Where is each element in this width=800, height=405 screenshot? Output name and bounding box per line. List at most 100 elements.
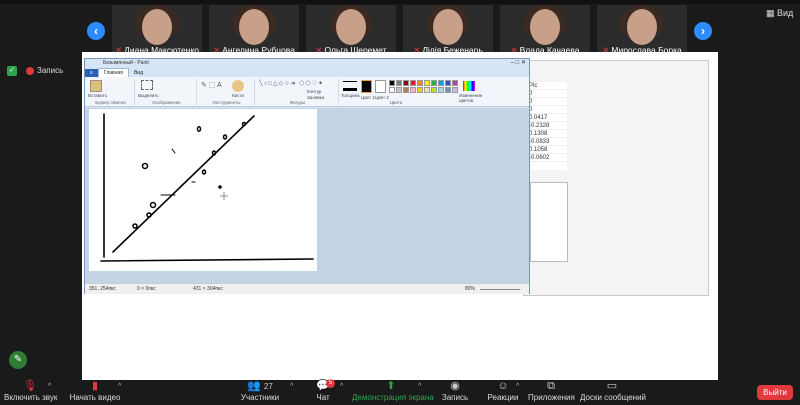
color-swatch[interactable]: [410, 87, 416, 93]
excel-cell[interactable]: 0: [527, 98, 567, 106]
color-swatch[interactable]: [396, 87, 402, 93]
group-colors: Толщина Цвет 1 Цвет 2 Изменение цветов Ц…: [341, 79, 527, 105]
color-swatch[interactable]: [452, 80, 458, 86]
annotate-pencil-icon[interactable]: ✎: [9, 351, 27, 369]
drawing-canvas[interactable]: [89, 109, 317, 271]
color-swatch[interactable]: [424, 80, 430, 86]
view-button[interactable]: ▦ Вид: [766, 8, 793, 19]
reactions-label: Реакции: [487, 393, 519, 402]
reactions-chevron-icon[interactable]: ^: [516, 383, 519, 390]
tab-view[interactable]: Вид: [129, 69, 148, 77]
color-swatch[interactable]: [438, 80, 444, 86]
drawn-point: [149, 201, 157, 209]
record-button[interactable]: ◉ Запись: [440, 380, 470, 402]
apps-button[interactable]: ⧉ Приложения: [528, 380, 575, 402]
outline-button[interactable]: Контур: [307, 89, 321, 94]
video-options-chevron-icon[interactable]: ^: [118, 383, 121, 390]
start-video-button[interactable]: ▮ Начать видео: [68, 380, 122, 402]
color-swatch[interactable]: [403, 87, 409, 93]
color-swatch[interactable]: [431, 87, 437, 93]
zoom-slider[interactable]: [480, 289, 520, 290]
participant-tile[interactable]: ✕ Ольга Шеремет: [306, 5, 396, 58]
participant-tile[interactable]: ✕ Влада Качаева: [500, 5, 590, 58]
start-video-label: Начать видео: [69, 393, 121, 402]
recording-label[interactable]: Запись: [37, 66, 63, 75]
zoom-level: 80%: [465, 286, 476, 292]
excel-cell[interactable]: 0.1308: [527, 130, 567, 138]
next-page-button[interactable]: ›: [694, 22, 712, 40]
select-icon[interactable]: [141, 80, 153, 90]
excel-chart[interactable]: [530, 182, 568, 262]
chat-chevron-icon[interactable]: ^: [340, 383, 343, 390]
file-menu-button[interactable]: ≡: [85, 69, 98, 77]
paint-ribbon: Вставить Буфер обмена Выделить Изображен…: [85, 77, 529, 107]
whiteboards-label: Доски сообщений: [580, 393, 647, 402]
paint-window[interactable]: Безымянный - Paint ‒ □ ✕ ≡ Главная Вид Вст…: [84, 58, 530, 294]
participants-button[interactable]: 👥 27 Участники: [240, 380, 280, 402]
color-swatch[interactable]: [452, 87, 458, 93]
window-controls[interactable]: ‒ □ ✕: [511, 59, 526, 66]
color-swatch[interactable]: [438, 87, 444, 93]
excel-cell[interactable]: 0.0417: [527, 114, 567, 122]
color-swatch[interactable]: [389, 80, 395, 86]
color-swatch[interactable]: [417, 80, 423, 86]
excel-cell[interactable]: -0.0833: [527, 138, 567, 146]
reactions-smiley-icon: ☺: [497, 380, 509, 392]
drawn-point: [201, 169, 207, 175]
color2-swatch[interactable]: [375, 80, 386, 93]
color-swatch[interactable]: [445, 80, 451, 86]
whiteboards-button[interactable]: ▭ Доски сообщений: [580, 380, 647, 402]
drawn-point: [222, 134, 228, 140]
excel-cell[interactable]: -0.0602: [527, 154, 567, 162]
color-swatch[interactable]: [431, 80, 437, 86]
paste-icon[interactable]: [90, 80, 102, 92]
color-swatch[interactable]: [424, 87, 430, 93]
paint-title: Безымянный - Paint: [103, 60, 149, 66]
color-swatch[interactable]: [410, 80, 416, 86]
reactions-button[interactable]: ☺ Реакции: [486, 380, 520, 402]
leave-button[interactable]: Выйти: [757, 385, 793, 400]
color-swatch[interactable]: [396, 80, 402, 86]
participant-tile[interactable]: ✕ Ангелина Рубцова: [209, 5, 299, 58]
participant-tile[interactable]: ✕ Мирослава Борка: [597, 5, 687, 58]
color-swatch[interactable]: [417, 87, 423, 93]
video-off-icon: ▮: [91, 380, 99, 392]
edit-colors-icon[interactable]: [463, 81, 475, 91]
brushes-button[interactable]: Кисти: [232, 93, 244, 98]
drawn-point: [146, 212, 152, 218]
prev-page-button[interactable]: ‹: [87, 22, 105, 40]
grid-icon: ▦: [766, 8, 778, 18]
participants-icon: 👥: [247, 380, 261, 392]
drawing: [100, 113, 314, 262]
select-button[interactable]: Выделить: [138, 93, 159, 98]
excel-column[interactable]: Pic 0 0 0 0.0417 -0.2328 0.1308 -0.0833 …: [527, 82, 567, 170]
brush-icon[interactable]: [232, 80, 244, 92]
apps-label: Приложения: [528, 393, 575, 402]
color1-swatch[interactable]: [361, 80, 372, 93]
excel-cell[interactable]: 0: [527, 90, 567, 98]
security-shield-icon[interactable]: ✓: [7, 66, 17, 76]
excel-cell[interactable]: Pic: [527, 82, 567, 90]
image-size: 431 × 304пкс: [193, 286, 223, 292]
color-swatch[interactable]: [445, 87, 451, 93]
paste-button[interactable]: Вставить: [88, 93, 107, 98]
shapes-gallery[interactable]: ╲○□△◇☆➜ ⬠⬡♡✦: [259, 80, 324, 87]
excel-cell[interactable]: -0.2328: [527, 122, 567, 130]
recording-icon: [26, 67, 34, 75]
color-swatch[interactable]: [389, 87, 395, 93]
whiteboard-icon: ▭: [606, 380, 618, 392]
size-button[interactable]: Толщина: [341, 93, 360, 98]
participants-chevron-icon[interactable]: ^: [290, 383, 293, 390]
drawn-point: [196, 125, 202, 133]
excel-cell[interactable]: 0: [527, 106, 567, 114]
edit-colors-button[interactable]: Изменение цветов: [459, 93, 489, 103]
participant-tile[interactable]: ✕ Лілія Беженарь: [403, 5, 493, 58]
participant-tile[interactable]: ✕ Диана Максютенко: [112, 5, 202, 58]
tools-icons[interactable]: ✎ ⬚ A: [201, 81, 222, 89]
audio-options-chevron-icon[interactable]: ^: [48, 383, 51, 390]
share-options-chevron-icon[interactable]: ^: [418, 383, 421, 390]
size-icon[interactable]: [343, 81, 357, 91]
color-swatch[interactable]: [403, 80, 409, 86]
paint-status-bar: 351, 254пкс 0 × 0пкс 431 × 304пкс 80%: [85, 283, 529, 294]
excel-cell[interactable]: 0.1058: [527, 146, 567, 154]
